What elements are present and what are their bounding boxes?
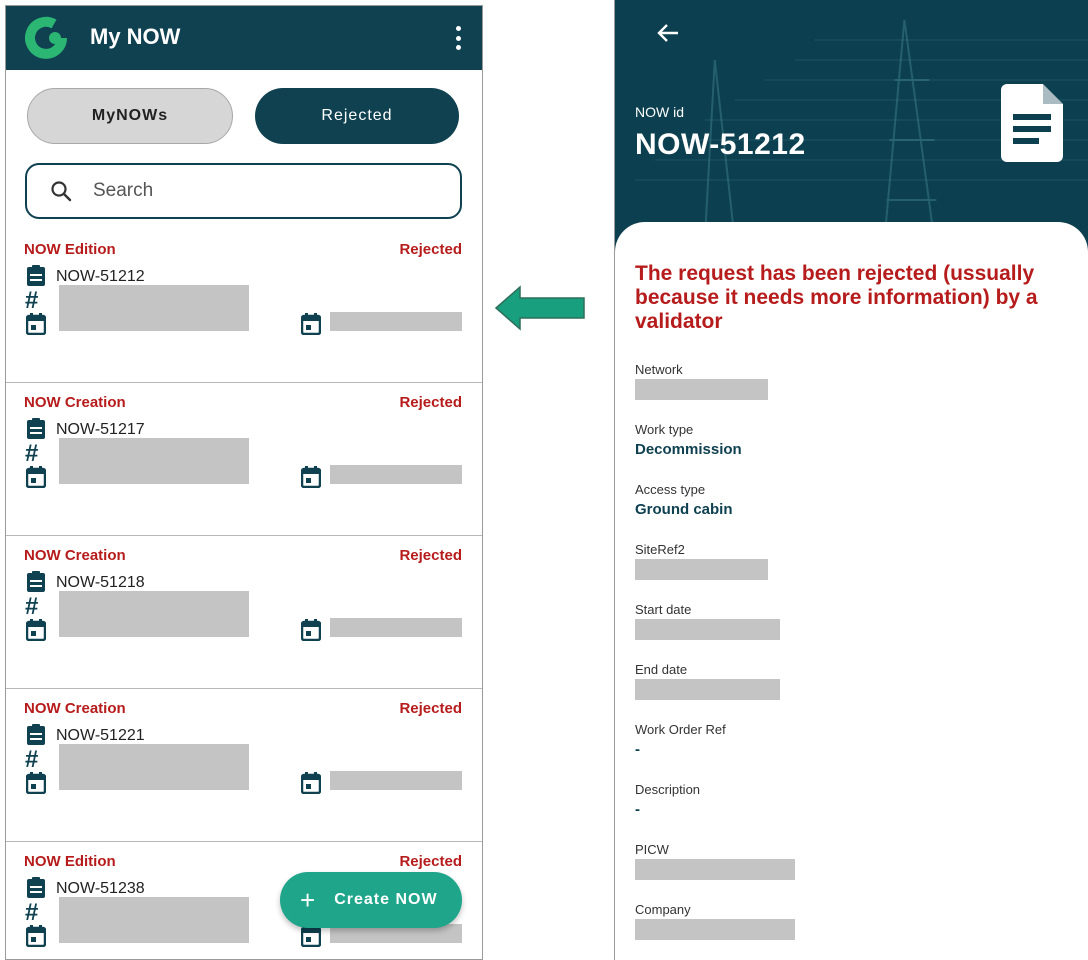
hash-icon: # <box>25 899 39 926</box>
document-icon <box>1001 84 1063 162</box>
redacted-block <box>330 618 462 637</box>
request-type: NOW Edition <box>24 853 116 870</box>
status-badge: Rejected <box>399 700 462 717</box>
field-network: Network <box>635 362 1075 400</box>
calendar-icon <box>301 619 321 641</box>
field-label: Description <box>635 782 701 797</box>
clipboard-icon <box>27 877 45 898</box>
redacted-value <box>635 619 780 640</box>
field-label: Company <box>635 902 691 917</box>
search-icon <box>51 181 72 202</box>
create-now-label: Create NOW <box>334 891 438 908</box>
field-label: Work Order Ref <box>635 722 726 737</box>
calendar-icon <box>26 619 46 641</box>
redacted-block <box>59 285 249 331</box>
app-bar: My NOW <box>6 6 482 70</box>
now-id: NOW-51212 <box>56 268 145 285</box>
redacted-value <box>635 559 768 580</box>
request-type: NOW Creation <box>24 394 126 411</box>
status-badge: Rejected <box>399 241 462 258</box>
field-picw: PICW <box>635 842 1075 880</box>
calendar-icon <box>301 466 321 488</box>
redacted-block <box>330 771 462 790</box>
field-end-date: End date <box>635 662 1075 700</box>
calendar-icon <box>301 925 321 947</box>
calendar-icon <box>26 466 46 488</box>
field-value: Ground cabin <box>635 501 733 518</box>
field-work-order-ref: Work Order Ref - <box>635 722 1075 758</box>
my-now-list-screen: My NOW MyNOWs Rejected Search NOW Editio… <box>5 5 483 960</box>
field-value: - <box>635 741 640 758</box>
field-start-date: Start date <box>635 602 1075 640</box>
search-input[interactable]: Search <box>25 163 462 219</box>
field-label: Access type <box>635 482 706 497</box>
field-company: Company <box>635 902 1075 940</box>
field-label: Network <box>635 362 683 377</box>
field-label: Work type <box>635 422 694 437</box>
hash-icon: # <box>25 746 39 773</box>
status-badge: Rejected <box>399 547 462 564</box>
field-label: End date <box>635 662 688 677</box>
redacted-value <box>635 859 795 880</box>
back-arrow-icon[interactable] <box>655 20 681 46</box>
redacted-value <box>635 919 795 940</box>
redacted-block <box>330 312 462 331</box>
status-badge: Rejected <box>399 394 462 411</box>
add-icon: + <box>300 885 317 915</box>
field-work-type: Work type Decommission <box>635 422 1075 458</box>
now-id: NOW-51217 <box>56 421 145 438</box>
rejection-message: The request has been rejected (ussually … <box>635 262 1038 333</box>
clipboard-icon <box>27 571 45 592</box>
calendar-icon <box>26 925 46 947</box>
redacted-block <box>59 591 249 637</box>
hash-icon: # <box>25 593 39 620</box>
now-detail-screen: NOW id NOW-51212 The request has been re… <box>614 0 1088 960</box>
hash-icon: # <box>25 287 39 314</box>
more-vert-icon[interactable] <box>454 26 462 50</box>
calendar-icon <box>301 772 321 794</box>
tab-rejected[interactable]: Rejected <box>255 88 459 144</box>
search-placeholder: Search <box>93 180 154 201</box>
clipboard-icon <box>27 724 45 745</box>
now-id-label: NOW id <box>635 104 684 120</box>
list-item[interactable]: NOW Creation Rejected NOW-51221 # <box>6 690 482 842</box>
list-item[interactable]: NOW Edition Rejected NOW-51212 # <box>6 231 482 383</box>
request-type: NOW Edition <box>24 241 116 258</box>
hash-icon: # <box>25 440 39 467</box>
now-id-title: NOW-51212 <box>635 128 806 161</box>
field-value: - <box>635 801 640 818</box>
request-type: NOW Creation <box>24 700 126 717</box>
field-access-type: Access type Ground cabin <box>635 482 1075 518</box>
field-description: Description - <box>635 782 1075 818</box>
field-label: PICW <box>635 842 669 857</box>
left-arrow-icon <box>494 285 585 331</box>
clipboard-icon <box>27 418 45 439</box>
redacted-value <box>635 379 768 400</box>
create-now-button[interactable]: + Create NOW <box>280 872 462 928</box>
list-item[interactable]: NOW Creation Rejected NOW-51217 # <box>6 384 482 536</box>
calendar-icon <box>301 313 321 335</box>
clipboard-icon <box>27 265 45 286</box>
now-id: NOW-51238 <box>56 880 145 897</box>
calendar-icon <box>26 772 46 794</box>
hero-header: NOW id NOW-51212 <box>615 0 1088 260</box>
redacted-block <box>330 465 462 484</box>
tab-mynows[interactable]: MyNOWs <box>27 88 233 144</box>
calendar-icon <box>26 313 46 335</box>
list-item[interactable]: NOW Creation Rejected NOW-51218 # <box>6 537 482 689</box>
redacted-block <box>59 438 249 484</box>
now-id: NOW-51218 <box>56 574 145 591</box>
redacted-block <box>59 744 249 790</box>
now-id: NOW-51221 <box>56 727 145 744</box>
redacted-value <box>635 679 780 700</box>
logo-icon <box>25 16 67 59</box>
field-siteref2: SiteRef2 <box>635 542 1075 580</box>
field-label: Start date <box>635 602 692 617</box>
field-value: Decommission <box>635 441 742 458</box>
app-title: My NOW <box>90 24 181 49</box>
field-label: SiteRef2 <box>635 542 685 557</box>
redacted-block <box>59 897 249 943</box>
request-type: NOW Creation <box>24 547 126 564</box>
status-badge: Rejected <box>399 853 462 870</box>
